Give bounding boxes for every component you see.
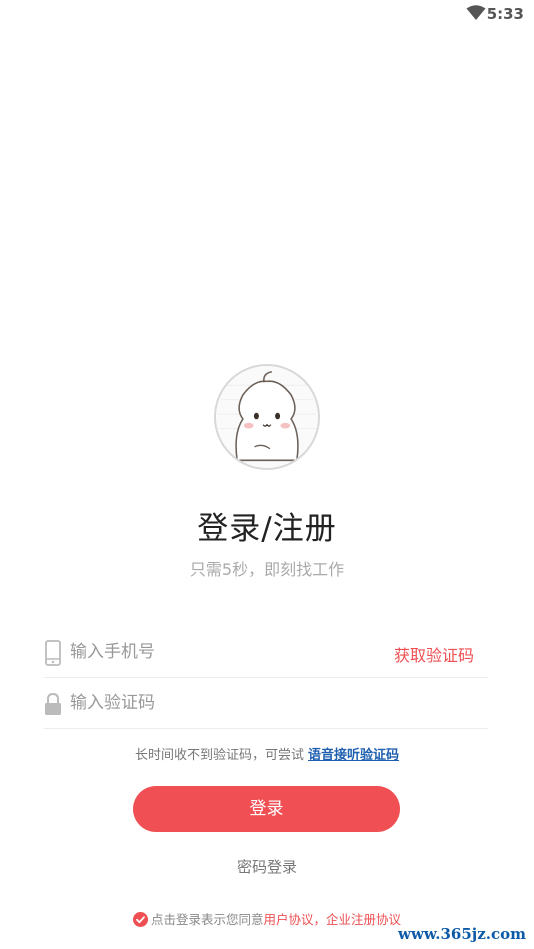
phone-row: 获取验证码 bbox=[44, 628, 488, 678]
password-login-row: 密码登录 bbox=[0, 856, 534, 877]
status-bar: 5:33 bbox=[0, 0, 534, 30]
login-button[interactable]: 登录 bbox=[133, 786, 400, 832]
agreement-prefix: 点击登录表示您同意 bbox=[150, 912, 264, 927]
code-input[interactable] bbox=[70, 689, 370, 717]
lock-icon bbox=[44, 691, 62, 717]
status-time: 5:33 bbox=[486, 5, 524, 23]
page-title: 登录/注册 bbox=[197, 511, 337, 547]
check-circle-icon[interactable] bbox=[132, 912, 148, 927]
phone-icon bbox=[44, 640, 62, 666]
enterprise-agreement-link[interactable]: 企业注册协议 bbox=[326, 912, 401, 927]
mascot-avatar bbox=[214, 364, 320, 470]
voice-code-link[interactable]: 语音接听验证码 bbox=[308, 748, 399, 763]
phone-input[interactable] bbox=[70, 638, 370, 666]
agreement-separator: ， bbox=[313, 912, 327, 927]
password-login-link[interactable]: 密码登录 bbox=[237, 858, 297, 876]
page-subtitle: 只需5秒，即刻找工作 bbox=[189, 560, 345, 579]
user-agreement-link[interactable]: 用户协议 bbox=[263, 912, 313, 927]
code-row bbox=[44, 679, 488, 729]
voice-code-hint: 长时间收不到验证码，可尝试 语音接听验证码 bbox=[0, 744, 534, 763]
voice-hint-text: 长时间收不到验证码，可尝试 bbox=[134, 748, 304, 763]
wifi-icon bbox=[466, 5, 486, 21]
get-code-button[interactable]: 获取验证码 bbox=[394, 642, 474, 666]
watermark: www.365jz.com bbox=[398, 925, 526, 943]
